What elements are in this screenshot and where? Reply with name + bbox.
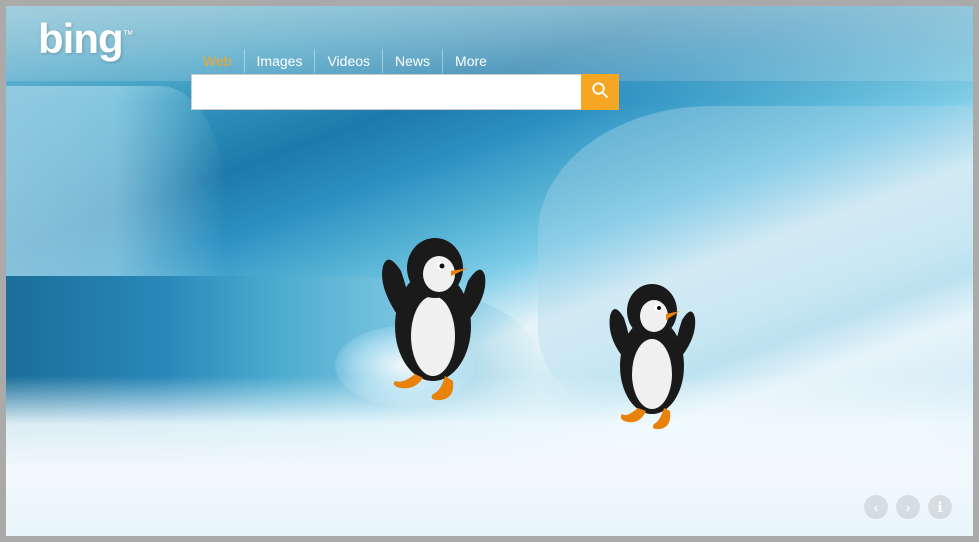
nav-images[interactable]: Images — [245, 49, 316, 73]
prev-button[interactable]: ‹ — [863, 494, 889, 520]
search-icon — [591, 81, 609, 104]
search-button[interactable] — [581, 74, 619, 110]
info-button[interactable]: ℹ — [927, 494, 953, 520]
search-input[interactable] — [191, 74, 581, 110]
nav-news[interactable]: News — [383, 49, 443, 73]
nav-bar: Web Images Videos News More — [6, 6, 973, 81]
penguin-standing — [602, 246, 702, 436]
nav-videos[interactable]: Videos — [315, 49, 383, 73]
next-button[interactable]: › — [895, 494, 921, 520]
penguin-jumping — [373, 196, 493, 416]
bottom-nav: ‹ › ℹ — [863, 494, 953, 520]
nav-links: Web Images Videos News More — [191, 49, 499, 73]
search-area — [191, 74, 619, 110]
nav-more[interactable]: More — [443, 49, 499, 73]
bing-logo[interactable]: bing™ — [38, 18, 133, 60]
bing-logo-text: bing™ — [38, 15, 133, 62]
nav-web[interactable]: Web — [191, 49, 245, 73]
app-container: bing™ Web Images Videos News More ‹ › ℹ — [0, 0, 979, 542]
